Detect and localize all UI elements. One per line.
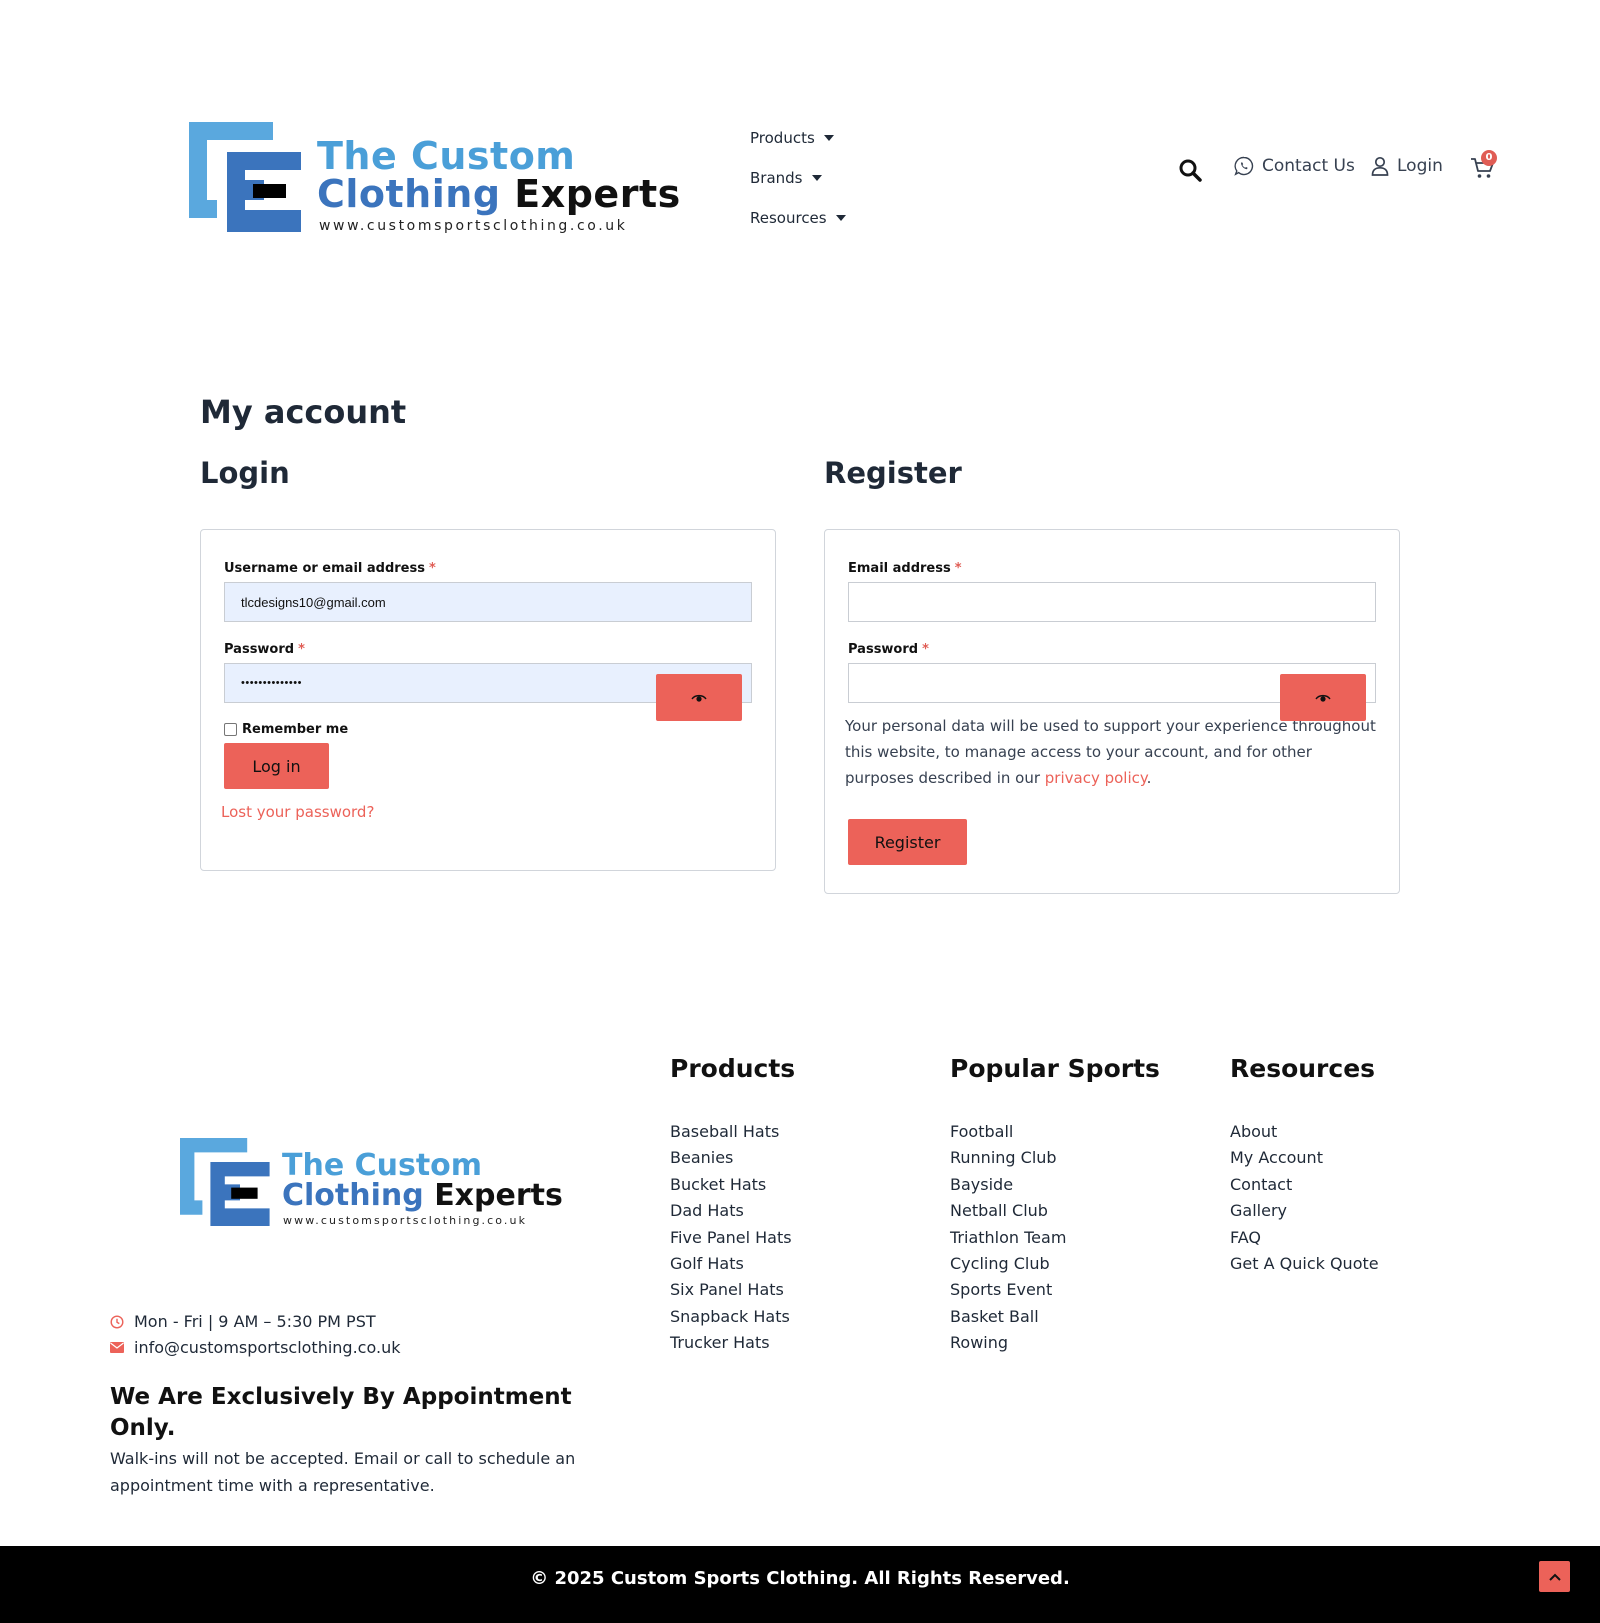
register-form: Email address * Password * Your personal d… bbox=[824, 529, 1400, 894]
eye-icon bbox=[1315, 694, 1331, 702]
register-title: Register bbox=[824, 456, 962, 490]
nav-products-label: Products bbox=[750, 129, 815, 147]
whatsapp-icon bbox=[1234, 156, 1254, 176]
clock-icon bbox=[110, 1314, 124, 1329]
site-header: The Custom Clothing Experts www.customsp… bbox=[0, 0, 1600, 290]
footer-link[interactable]: Beanies bbox=[670, 1145, 795, 1171]
footer-link[interactable]: Golf Hats bbox=[670, 1251, 795, 1277]
contact-us-label: Contact Us bbox=[1262, 156, 1355, 176]
nav-resources[interactable]: Resources bbox=[750, 198, 846, 238]
remember-me[interactable]: Remember me bbox=[224, 722, 348, 737]
show-password-button[interactable] bbox=[656, 674, 742, 721]
footer-link[interactable]: Football bbox=[950, 1119, 1160, 1145]
caret-down-icon bbox=[823, 135, 834, 141]
login-button[interactable]: Log in bbox=[224, 743, 329, 789]
footer-link[interactable]: Running Club bbox=[950, 1145, 1160, 1171]
footer-link[interactable]: Bayside bbox=[950, 1172, 1160, 1198]
nav-products[interactable]: Products bbox=[750, 118, 846, 158]
username-input[interactable]: tlcdesigns10@gmail.com bbox=[224, 582, 752, 622]
login-link[interactable]: Login bbox=[1371, 156, 1443, 176]
privacy-policy-link[interactable]: privacy policy bbox=[1045, 769, 1147, 787]
footer-logo-line2: Clothing Experts bbox=[282, 1178, 563, 1213]
register-password-label: Password * bbox=[848, 642, 929, 657]
envelope-icon bbox=[110, 1342, 124, 1353]
search-icon[interactable] bbox=[1178, 158, 1202, 182]
footer-link[interactable]: My Account bbox=[1230, 1145, 1379, 1171]
remember-me-label: Remember me bbox=[242, 722, 349, 737]
footer-link[interactable]: Five Panel Hats bbox=[670, 1225, 795, 1251]
footer-link[interactable]: Basket Ball bbox=[950, 1304, 1160, 1330]
logo-line2: Clothing Experts bbox=[317, 172, 681, 216]
caret-down-icon bbox=[835, 215, 846, 221]
footer-logo-url: www.customsportsclothing.co.uk bbox=[283, 1214, 528, 1227]
footer-link[interactable]: Baseball Hats bbox=[670, 1119, 795, 1145]
copyright-text: © 2025 Custom Sports Clothing. All Right… bbox=[530, 1568, 1070, 1589]
footer-link[interactable]: Sports Event bbox=[950, 1277, 1160, 1303]
password-label: Password * bbox=[224, 642, 305, 657]
contact-email-text: info@customsportsclothing.co.uk bbox=[134, 1338, 401, 1357]
cart-count-badge: 0 bbox=[1481, 150, 1497, 166]
footer-resources-title: Resources bbox=[1230, 1054, 1376, 1083]
footer-link[interactable]: FAQ bbox=[1230, 1225, 1379, 1251]
eye-icon bbox=[691, 694, 707, 702]
footer-link[interactable]: Rowing bbox=[950, 1330, 1160, 1356]
show-register-password-button[interactable] bbox=[1280, 674, 1366, 721]
register-email-input[interactable] bbox=[848, 582, 1376, 622]
footer-logo[interactable]: The Custom Clothing Experts www.customsp… bbox=[180, 1138, 563, 1230]
login-label: Login bbox=[1397, 156, 1443, 176]
nav-brands-label: Brands bbox=[750, 169, 803, 187]
footer-sports-title: Popular Sports bbox=[950, 1054, 1160, 1083]
footer-products-title: Products bbox=[670, 1054, 796, 1083]
lost-password-link[interactable]: Lost your password? bbox=[221, 803, 374, 821]
chevron-up-icon bbox=[1548, 1573, 1561, 1581]
site-logo[interactable]: The Custom Clothing Experts www.customsp… bbox=[189, 122, 680, 237]
main-nav: Products Brands Resources bbox=[750, 118, 846, 238]
contact-us-link[interactable]: Contact Us bbox=[1234, 156, 1355, 176]
footer-link[interactable]: Gallery bbox=[1230, 1198, 1379, 1224]
footer-products-column: Products Baseball Hats Beanies Bucket Ha… bbox=[670, 1054, 795, 1357]
footer-link[interactable]: Triathlon Team bbox=[950, 1225, 1160, 1251]
username-label: Username or email address * bbox=[224, 561, 436, 576]
login-form: Username or email address * tlcdesigns10@… bbox=[200, 529, 776, 871]
appointment-text: Walk-ins will not be accepted. Email or … bbox=[110, 1449, 576, 1495]
footer-link[interactable]: Snapback Hats bbox=[670, 1304, 795, 1330]
footer-resources-column: Resources About My Account Contact Galle… bbox=[1230, 1054, 1379, 1277]
privacy-notice: Your personal data will be used to suppo… bbox=[845, 717, 1376, 787]
logo-mark-icon bbox=[189, 122, 301, 232]
copyright-bar: © 2025 Custom Sports Clothing. All Right… bbox=[0, 1546, 1600, 1623]
page-title: My account bbox=[200, 393, 407, 431]
scroll-to-top-button[interactable] bbox=[1539, 1561, 1570, 1592]
email-label: Email address * bbox=[848, 561, 962, 576]
remember-me-checkbox[interactable] bbox=[224, 723, 237, 736]
logo-url: www.customsportsclothing.co.uk bbox=[319, 218, 628, 234]
footer-link[interactable]: About bbox=[1230, 1119, 1379, 1145]
nav-brands[interactable]: Brands bbox=[750, 158, 846, 198]
nav-resources-label: Resources bbox=[750, 209, 827, 227]
footer-link[interactable]: Bucket Hats bbox=[670, 1172, 795, 1198]
appointment-title: We Are Exclusively By Appointment Only. bbox=[110, 1384, 572, 1441]
footer-link[interactable]: Netball Club bbox=[950, 1198, 1160, 1224]
footer-link[interactable]: Trucker Hats bbox=[670, 1330, 795, 1356]
footer-link[interactable]: Contact bbox=[1230, 1172, 1379, 1198]
caret-down-icon bbox=[811, 175, 822, 181]
business-hours-text: Mon - Fri | 9 AM – 5:30 PM PST bbox=[134, 1312, 376, 1331]
contact-email[interactable]: info@customsportsclothing.co.uk bbox=[110, 1338, 400, 1357]
register-button[interactable]: Register bbox=[848, 819, 967, 865]
logo-mark-icon bbox=[180, 1138, 270, 1226]
business-hours: Mon - Fri | 9 AM – 5:30 PM PST bbox=[110, 1312, 376, 1331]
login-title: Login bbox=[200, 456, 290, 490]
footer-link[interactable]: Dad Hats bbox=[670, 1198, 795, 1224]
footer-link[interactable]: Cycling Club bbox=[950, 1251, 1160, 1277]
footer-link[interactable]: Six Panel Hats bbox=[670, 1277, 795, 1303]
footer-link[interactable]: Get A Quick Quote bbox=[1230, 1251, 1379, 1277]
footer-sports-column: Popular Sports Football Running Club Bay… bbox=[950, 1054, 1160, 1357]
user-icon bbox=[1371, 156, 1389, 176]
